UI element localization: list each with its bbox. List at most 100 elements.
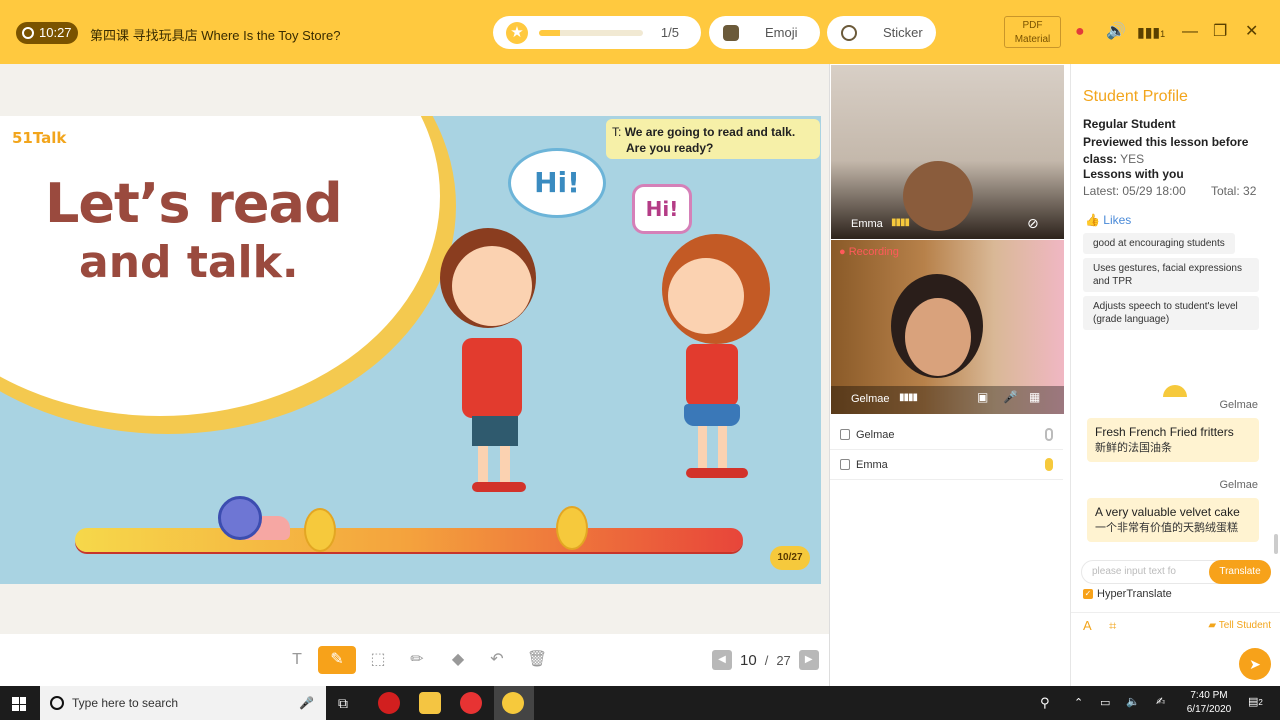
minimize-icon[interactable]: — bbox=[1182, 23, 1198, 41]
mobile-device-icon bbox=[840, 459, 850, 470]
student-audio-level-icon: ▮▮▮▮ bbox=[891, 217, 910, 228]
trash-icon[interactable]: 🗑 bbox=[518, 646, 556, 674]
teacher-user-icon bbox=[840, 429, 850, 440]
windows-start-icon[interactable] bbox=[12, 697, 26, 711]
teacher-name-label: Gelmae bbox=[851, 393, 890, 405]
taskbar-clock[interactable]: 7:40 PM 6/17/2020 bbox=[1186, 689, 1232, 717]
next-page-icon[interactable]: ▶ bbox=[798, 650, 819, 670]
prev-page-icon[interactable]: ◀ bbox=[712, 650, 732, 670]
lesson-timer: 10:27 bbox=[16, 22, 78, 44]
speech-bubble-girl: Hi! bbox=[632, 184, 692, 234]
teacher-audio-level-icon: ▮▮▮▮ bbox=[899, 392, 918, 403]
microphone-icon[interactable]: 🎤 bbox=[299, 696, 314, 710]
chat-message-english: A very valuable velvet cake bbox=[1095, 505, 1240, 519]
notification-count: 2 bbox=[1258, 698, 1263, 707]
battery-icon[interactable]: ▭ bbox=[1100, 696, 1110, 709]
close-icon[interactable]: ✕ bbox=[1245, 23, 1258, 41]
tell-student-label: Tell Student bbox=[1218, 620, 1271, 631]
speech-bubble-boy: Hi! bbox=[508, 148, 606, 218]
emoji-button[interactable]: Emoji bbox=[709, 16, 820, 49]
page-separator: / bbox=[764, 652, 769, 668]
recording-label: Recording bbox=[848, 246, 899, 258]
classroom-app-icon[interactable] bbox=[502, 692, 524, 714]
windows-taskbar: Type here to search 🎤 ⧉ ⚲ ⌃ ▭ 🔈 ✍ 7:40 P… bbox=[0, 686, 1280, 720]
screenshot-icon[interactable]: ⌗ bbox=[1109, 618, 1116, 634]
lesson-progress: ★ 1/5 bbox=[493, 16, 701, 49]
clock-icon bbox=[22, 27, 34, 39]
slide-title-line1: Let’s read bbox=[45, 172, 343, 235]
microphone-icon bbox=[1045, 428, 1053, 441]
top-bar: 10:27 第四课 寻找玩具店 Where Is the Toy Store? … bbox=[0, 0, 1280, 64]
like-tag: good at encouraging students bbox=[1083, 233, 1235, 254]
courseware-slide[interactable]: 51Talk Let’s read and talk. T: We are go… bbox=[0, 116, 821, 584]
settings-icon[interactable]: ▦ bbox=[1029, 390, 1040, 404]
send-icon[interactable]: ➤ bbox=[1239, 648, 1271, 680]
snail-shell bbox=[218, 496, 262, 540]
collapse-icon[interactable] bbox=[1163, 385, 1187, 397]
teacher-face bbox=[905, 298, 971, 376]
drawing-toolbar: T ✎ ⬚ ✏ ◆ ↶ 🗑 ◀ 10 / 27 ▶ bbox=[0, 634, 829, 686]
alert-icon[interactable]: ● bbox=[1075, 23, 1085, 41]
boy-shirt bbox=[462, 338, 522, 418]
material-label: Material bbox=[1014, 34, 1051, 45]
tell-student-button[interactable]: ▰ Tell Student bbox=[1208, 620, 1271, 631]
pen-tool-icon[interactable]: ✏ bbox=[398, 646, 436, 674]
select-tool-icon[interactable]: ⬚ bbox=[359, 646, 397, 674]
recording-indicator: ● Recording bbox=[839, 246, 899, 258]
page-current: 10 bbox=[740, 651, 757, 669]
chat-tools: A ⌗ ▰ Tell Student bbox=[1071, 612, 1280, 638]
task-view-icon[interactable]: ⧉ bbox=[338, 695, 348, 712]
font-size-icon[interactable]: A bbox=[1083, 618, 1092, 633]
participant-row[interactable]: Emma bbox=[830, 450, 1063, 480]
fullscreen-icon[interactable]: ▣ bbox=[977, 390, 988, 404]
undo-icon[interactable]: ↶ bbox=[478, 646, 516, 674]
notification-center-icon[interactable]: ▤2 bbox=[1248, 695, 1263, 708]
student-face bbox=[903, 161, 973, 231]
file-explorer-icon[interactable] bbox=[419, 692, 441, 714]
timer-text: 10:27 bbox=[39, 25, 72, 40]
girl-face bbox=[668, 258, 744, 334]
participant-name: Emma bbox=[856, 458, 888, 471]
eraser-tool-icon[interactable]: ◆ bbox=[439, 646, 477, 674]
slide-pager: ◀ 10 / 27 ▶ bbox=[712, 650, 819, 670]
girl-leg-right bbox=[718, 426, 727, 472]
speaker-icon[interactable]: 🔈 bbox=[1126, 695, 1140, 708]
egg-marker bbox=[556, 506, 588, 550]
progress-bar bbox=[539, 30, 643, 36]
signal-count: 1 bbox=[1160, 29, 1166, 39]
chat-message: Fresh French Fried fritters 新鲜的法国油条 bbox=[1087, 418, 1259, 462]
boy-leg-right bbox=[500, 446, 510, 484]
chat-scrollbar[interactable] bbox=[1274, 534, 1278, 554]
volume-icon[interactable]: 🔊 bbox=[1106, 23, 1126, 41]
pen-workspace-icon[interactable]: ✍ bbox=[1156, 695, 1165, 708]
chat-message-chinese: 新鲜的法国油条 bbox=[1095, 442, 1172, 454]
girl-shirt bbox=[686, 344, 738, 406]
chevron-up-icon[interactable]: ⌃ bbox=[1074, 696, 1083, 709]
boy-shorts bbox=[472, 416, 518, 446]
likes-label: Likes bbox=[1103, 213, 1132, 227]
star-icon: ★ bbox=[506, 22, 528, 44]
hypertranslate-checkbox[interactable]: ✓ HyperTranslate bbox=[1083, 588, 1172, 600]
emoji-icon bbox=[723, 25, 739, 41]
people-icon[interactable]: ⚲ bbox=[1040, 695, 1050, 711]
microphone-icon[interactable]: 🎤 bbox=[1003, 390, 1018, 404]
brush-tool-icon[interactable]: ✎ bbox=[318, 646, 356, 674]
video-panel: Emma ▮▮▮▮ ⊘ ● Recording Gelmae ▮▮▮▮ ▣ 🎤 … bbox=[829, 64, 1070, 686]
microphone-active-icon bbox=[1045, 458, 1053, 471]
opera-app-icon[interactable] bbox=[378, 692, 400, 714]
sticker-button[interactable]: Sticker bbox=[827, 16, 936, 49]
student-profile-panel: Student Profile Regular Student Previewe… bbox=[1070, 64, 1280, 686]
taskbar-search[interactable]: Type here to search 🎤 bbox=[40, 686, 326, 720]
yandex-browser-icon[interactable] bbox=[460, 692, 482, 714]
sticker-icon bbox=[841, 25, 857, 41]
translate-button[interactable]: Translate bbox=[1209, 560, 1271, 584]
camera-off-icon[interactable]: ⊘ bbox=[1027, 215, 1039, 232]
participant-row[interactable]: Gelmae bbox=[830, 420, 1063, 450]
pdf-material-button[interactable]: PDF Material bbox=[1004, 16, 1061, 48]
teacher-video: ● Recording Gelmae ▮▮▮▮ ▣ 🎤 ▦ bbox=[831, 240, 1064, 414]
previewed-value: YES bbox=[1120, 152, 1145, 166]
text-tool-icon[interactable]: T bbox=[278, 646, 316, 674]
signal-icon[interactable]: ▮▮▮1 bbox=[1137, 23, 1165, 43]
restore-icon[interactable]: ❐ bbox=[1213, 23, 1227, 41]
clock-date: 6/17/2020 bbox=[1186, 704, 1232, 715]
